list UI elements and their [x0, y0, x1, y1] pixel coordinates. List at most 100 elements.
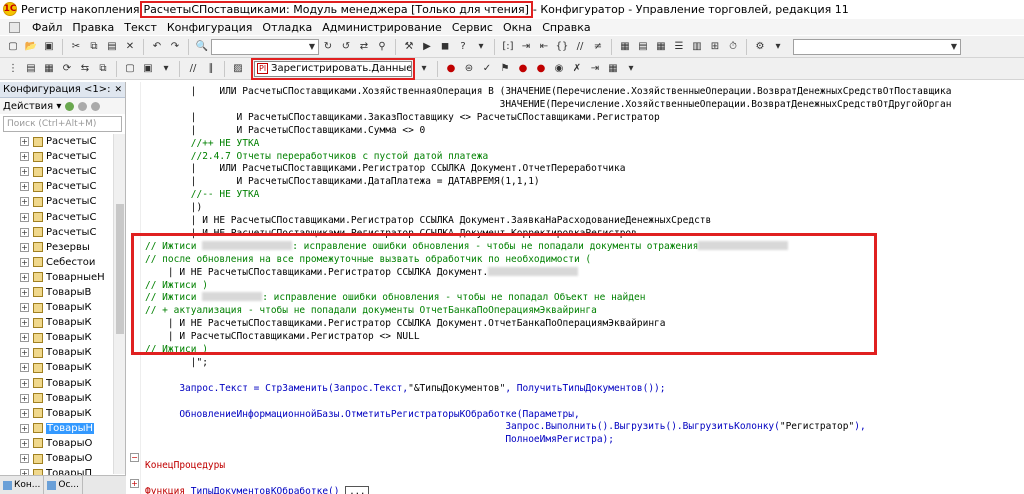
expand-icon[interactable]: +	[20, 363, 29, 373]
expand-icon[interactable]: +	[20, 378, 29, 388]
menu-item[interactable]: Окна	[498, 21, 537, 34]
tree-item[interactable]: + РасчетыС	[0, 194, 112, 209]
breakpoint-icon[interactable]: ●	[443, 61, 459, 77]
expand-icon[interactable]: +	[130, 479, 139, 488]
clock-icon[interactable]: ⏱	[725, 39, 741, 55]
save-db-icon[interactable]: ▤	[23, 61, 39, 77]
panel-search-input[interactable]: Поиск (Ctrl+Alt+M)	[3, 116, 122, 132]
step-over-icon[interactable]: ◉	[551, 61, 567, 77]
tree-item[interactable]: + РасчетыС	[0, 209, 112, 224]
dropdown-icon[interactable]: ▾	[770, 39, 786, 55]
unlock-icon[interactable]: ▣	[140, 61, 156, 77]
menu-item[interactable]: Справка	[537, 21, 595, 34]
panel-tab[interactable]: Кон...	[0, 475, 45, 494]
actions-menu[interactable]: Действия ▾	[3, 101, 61, 112]
properties-icon[interactable]	[78, 101, 88, 111]
tree-item[interactable]: + ТоварыК	[0, 360, 112, 375]
list-icon[interactable]: ☰	[671, 39, 687, 55]
step-icon[interactable]: ●	[515, 61, 531, 77]
tree-item[interactable]: + РасчетыС	[0, 149, 112, 164]
merge-icon[interactable]: ⧉	[95, 61, 111, 77]
find-icon[interactable]: 🔍	[194, 39, 210, 55]
menu-item[interactable]: Администрирование	[317, 21, 447, 34]
block-icon[interactable]: [:]	[500, 39, 516, 55]
syntax-check-icon[interactable]: ✓	[479, 61, 495, 77]
indent-icon[interactable]: ⇥	[518, 39, 534, 55]
menu-item[interactable]: Текст	[119, 21, 162, 34]
expand-icon[interactable]: +	[20, 212, 29, 222]
run-icon[interactable]: ▶	[419, 39, 435, 55]
find-prev-icon[interactable]: ↺	[338, 39, 354, 55]
expand-icon[interactable]: +	[20, 227, 29, 237]
tree-item[interactable]: + ТоварыК	[0, 300, 112, 315]
search-combo[interactable]: ▼	[211, 38, 319, 55]
context-combo[interactable]: ▼	[793, 38, 961, 55]
redo-icon[interactable]: ↷	[167, 39, 183, 55]
tree-item[interactable]: + ТоварыК	[0, 376, 112, 391]
panel-tab[interactable]: Ос...	[44, 475, 83, 494]
tree-item[interactable]: + ТоварыК	[0, 391, 112, 406]
replace-icon[interactable]: ⇄	[356, 39, 372, 55]
expand-icon[interactable]: +	[20, 272, 29, 282]
expand-icon[interactable]: +	[20, 318, 29, 328]
dropdown-icon[interactable]: ▾	[416, 61, 432, 77]
calc-icon[interactable]: ▦	[605, 61, 621, 77]
find-all-icon[interactable]: ⚲	[374, 39, 390, 55]
expand-icon[interactable]: +	[20, 287, 29, 297]
compare-icon[interactable]: ⇆	[77, 61, 93, 77]
dropdown-icon[interactable]: ▾	[473, 39, 489, 55]
tree-item[interactable]: + ТоварыО	[0, 451, 112, 466]
add-icon[interactable]	[65, 101, 75, 111]
menu-item[interactable]: Отладка	[257, 21, 317, 34]
stop-icon[interactable]: ◼	[437, 39, 453, 55]
tree-icon[interactable]: ⊞	[707, 39, 723, 55]
format-icon[interactable]: ⚑	[497, 61, 513, 77]
expand-icon[interactable]: +	[20, 348, 29, 358]
expand-icon[interactable]: +	[20, 137, 29, 147]
update-icon[interactable]: ⟳	[59, 61, 75, 77]
breakpoint-list-icon[interactable]: ⊜	[461, 61, 477, 77]
tree-scrollbar[interactable]	[113, 134, 125, 474]
expand-icon[interactable]: +	[20, 408, 29, 418]
expand-icon[interactable]: +	[20, 182, 29, 192]
open-icon[interactable]: 📂	[23, 39, 39, 55]
form-icon[interactable]: ▤	[635, 39, 651, 55]
expand-icon[interactable]: +	[20, 333, 29, 343]
grid-icon[interactable]: ▦	[653, 39, 669, 55]
delete-icon[interactable]: ✕	[122, 39, 138, 55]
tree-item[interactable]: + РасчетыС	[0, 164, 112, 179]
collapse-icon[interactable]: −	[130, 453, 139, 462]
new-icon[interactable]: ▢	[5, 39, 21, 55]
help-icon[interactable]: ?	[455, 39, 471, 55]
config-icon[interactable]: ▦	[41, 61, 57, 77]
tree-item[interactable]: + ТоварыО	[0, 436, 112, 451]
tree-item[interactable]: + ТоварыВ	[0, 285, 112, 300]
chart-icon[interactable]: ▥	[689, 39, 705, 55]
undo-icon[interactable]: ↶	[149, 39, 165, 55]
tree-item[interactable]: + Себестои	[0, 255, 112, 270]
run-to-cursor-icon[interactable]: ⇥	[587, 61, 603, 77]
expand-icon[interactable]: +	[20, 152, 29, 162]
lock-icon[interactable]: ▢	[122, 61, 138, 77]
outdent-icon[interactable]: ⇤	[536, 39, 552, 55]
expand-icon[interactable]: +	[20, 257, 29, 267]
copy-icon[interactable]: ⧉	[86, 39, 102, 55]
uncomment-icon[interactable]: ≠	[590, 39, 606, 55]
uncomment-line-icon[interactable]: ∥	[203, 61, 219, 77]
brace-icon[interactable]: {}	[554, 39, 570, 55]
tree-item[interactable]: + РасчетыС	[0, 179, 112, 194]
tree-item[interactable]: + Резервы	[0, 240, 112, 255]
comment-line-icon[interactable]: //	[185, 61, 201, 77]
tree-item[interactable]: + ТоварыК	[0, 345, 112, 360]
expand-icon[interactable]: +	[20, 393, 29, 403]
menu-item[interactable]: Конфигурация	[162, 21, 258, 34]
save-icon[interactable]: ▣	[41, 39, 57, 55]
table-icon[interactable]: ▦	[617, 39, 633, 55]
settings-icon[interactable]: ⚙	[752, 39, 768, 55]
menu-item[interactable]: Файл	[27, 21, 67, 34]
scrollbar-thumb[interactable]	[116, 204, 124, 334]
expand-icon[interactable]: +	[20, 303, 29, 313]
menu-item[interactable]: Сервис	[447, 21, 498, 34]
collapsed-block-button[interactable]: ...	[345, 485, 370, 494]
dropdown-icon[interactable]: ▾	[623, 61, 639, 77]
